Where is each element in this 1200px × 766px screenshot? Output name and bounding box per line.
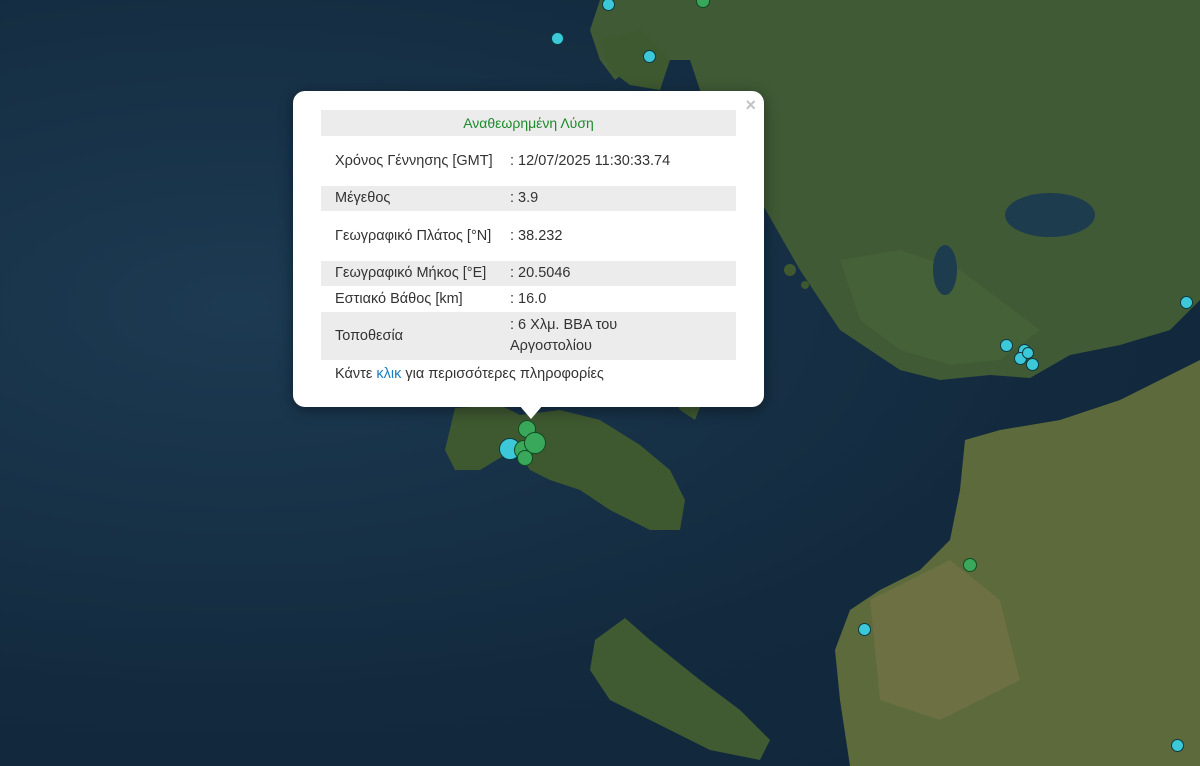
earthquake-marker[interactable] xyxy=(517,450,533,466)
more-info-text: Κάντε κλικ για περισσότερες πληροφορίες xyxy=(321,366,736,382)
footer-text-before: Κάντε xyxy=(335,366,377,382)
table-row: Τοποθεσία : 6 Χλμ. ΒΒΑ του Αργοστολίου xyxy=(321,312,736,360)
row-value: : 16.0 xyxy=(510,290,547,307)
earthquake-marker[interactable] xyxy=(1000,339,1013,352)
row-label: Γεωγραφικό Πλάτος [°N] xyxy=(335,227,492,244)
row-value: : 20.5046 xyxy=(510,265,571,281)
earthquake-info-popup: × Αναθεωρημένη Λύση Χρόνος Γέννησης [GMT… xyxy=(293,91,764,407)
table-row: Γεωγραφικό Μήκος [°E] : 20.5046 xyxy=(321,261,736,286)
row-label: Εστιακό Βάθος [km] xyxy=(335,290,463,307)
footer-text-after: για περισσότερες πληροφορίες xyxy=(401,366,604,382)
row-label: Μέγεθος xyxy=(335,190,391,206)
row-label: Γεωγραφικό Μήκος [°E] xyxy=(335,265,487,281)
info-table: Αναθεωρημένη Λύση Χρόνος Γέννησης [GMT] … xyxy=(321,110,736,382)
table-row: Γεωγραφικό Πλάτος [°N] : 38.232 xyxy=(321,211,736,261)
earthquake-marker[interactable] xyxy=(551,32,564,45)
earthquake-marker[interactable] xyxy=(643,50,656,63)
table-row: Μέγεθος : 3.9 xyxy=(321,186,736,211)
row-value: : 6 Χλμ. ΒΒΑ του Αργοστολίου xyxy=(510,317,618,354)
row-value: : 38.232 xyxy=(510,227,563,244)
close-icon[interactable]: × xyxy=(745,95,756,115)
row-value: : 3.9 xyxy=(510,190,539,206)
table-row: Εστιακό Βάθος [km] : 16.0 xyxy=(321,286,736,312)
row-value: : 12/07/2025 11:30:33.74 xyxy=(510,152,671,169)
popup-tip xyxy=(519,405,543,419)
earthquake-marker[interactable] xyxy=(1022,347,1034,359)
earthquake-marker[interactable] xyxy=(858,623,871,636)
earthquake-marker[interactable] xyxy=(1026,358,1039,371)
row-label: Χρόνος Γέννησης [GMT] xyxy=(335,152,493,169)
earthquake-marker[interactable] xyxy=(1180,296,1193,309)
table-row: Χρόνος Γέννησης [GMT] : 12/07/2025 11:30… xyxy=(321,136,736,186)
earthquake-marker[interactable] xyxy=(963,558,977,572)
row-label: Τοποθεσία xyxy=(335,327,404,344)
earthquake-marker[interactable] xyxy=(1171,739,1184,752)
more-info-link[interactable]: κλικ xyxy=(376,366,401,382)
popup-header: Αναθεωρημένη Λύση xyxy=(321,110,736,136)
